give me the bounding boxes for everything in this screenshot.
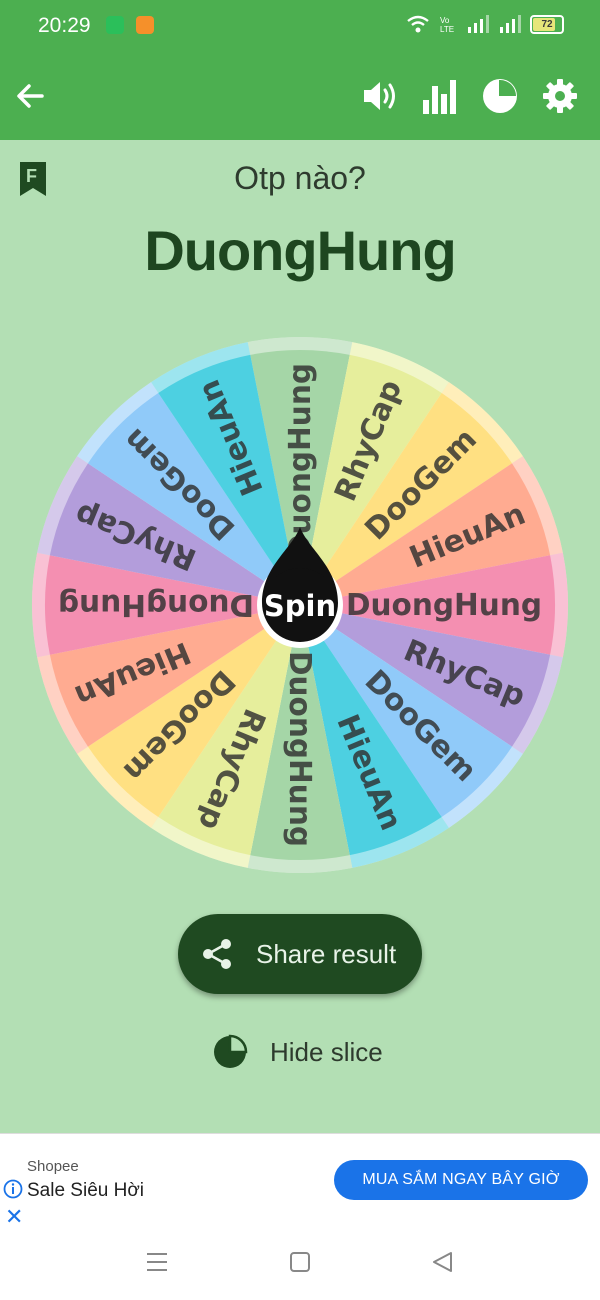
wheel-graphic[interactable]: DuongHung RhyCapDooGemHieuAnDuongHungRhyC…: [30, 335, 570, 875]
signal-icon-2: [500, 15, 521, 33]
app-bar: [0, 52, 600, 140]
notification-app-icon-2: [136, 16, 154, 34]
share-result-button[interactable]: Share result: [178, 914, 422, 994]
pie-chart-icon: [212, 1034, 248, 1070]
spin-label: Spin: [264, 589, 336, 623]
wheel-question: Otp nào?: [234, 160, 366, 196]
sound-button[interactable]: [356, 72, 404, 120]
status-icons: Vo LTE 72: [406, 14, 564, 34]
hide-slice-button[interactable]: Hide slice: [212, 1034, 383, 1070]
battery-level: 72: [541, 18, 553, 30]
system-nav-bar: [0, 1227, 600, 1300]
back-arrow-icon: [17, 84, 44, 108]
share-icon: [200, 937, 234, 971]
wheel-slice-label: DuongHung: [58, 587, 254, 622]
status-time: 20:29: [38, 14, 91, 37]
ad-cta-button[interactable]: MUA SẮM NGAY BÂY GIỜ: [334, 1160, 588, 1200]
spin-result: DuongHung: [144, 219, 456, 282]
ad-info-icon[interactable]: [3, 1179, 23, 1204]
volte-icon: Vo LTE: [440, 16, 454, 34]
svg-text:LTE: LTE: [440, 25, 454, 34]
battery-icon: 72: [530, 14, 564, 34]
back-nav-icon[interactable]: [431, 1251, 453, 1278]
svg-text:Vo: Vo: [440, 16, 450, 25]
wheel-slice-label: DuongHung: [346, 588, 542, 623]
signal-icon: [468, 15, 489, 33]
results-button[interactable]: [416, 72, 464, 120]
back-button[interactable]: [6, 72, 54, 120]
hide-slice-label: Hide slice: [270, 1036, 383, 1067]
ad-brand: Shopee: [27, 1158, 79, 1175]
menu-icon[interactable]: [146, 1251, 168, 1278]
ad-banner[interactable]: Shopee Sale Siêu Hời ✕ MUA SẮM NGAY BÂY …: [0, 1133, 600, 1229]
spin-wheel[interactable]: DuongHung RhyCap DooGem HieuAn DuongHung RhyC…: [30, 335, 570, 880]
volume-icon: [364, 82, 395, 110]
notification-app-icon: [106, 16, 124, 34]
share-result-label: Share result: [256, 938, 397, 969]
bar-chart-icon: [423, 80, 456, 114]
status-bar: 20:29 Vo LTE 72: [0, 0, 600, 52]
settings-button[interactable]: [536, 72, 584, 120]
wheel-slice-label: DuongHung: [282, 651, 317, 847]
home-icon[interactable]: [289, 1251, 311, 1278]
ad-title: Sale Siêu Hời: [27, 1180, 145, 1201]
pie-chart-icon: [483, 79, 517, 113]
slices-button[interactable]: [476, 72, 524, 120]
wifi-icon: [407, 15, 429, 33]
gear-icon: [543, 79, 577, 113]
